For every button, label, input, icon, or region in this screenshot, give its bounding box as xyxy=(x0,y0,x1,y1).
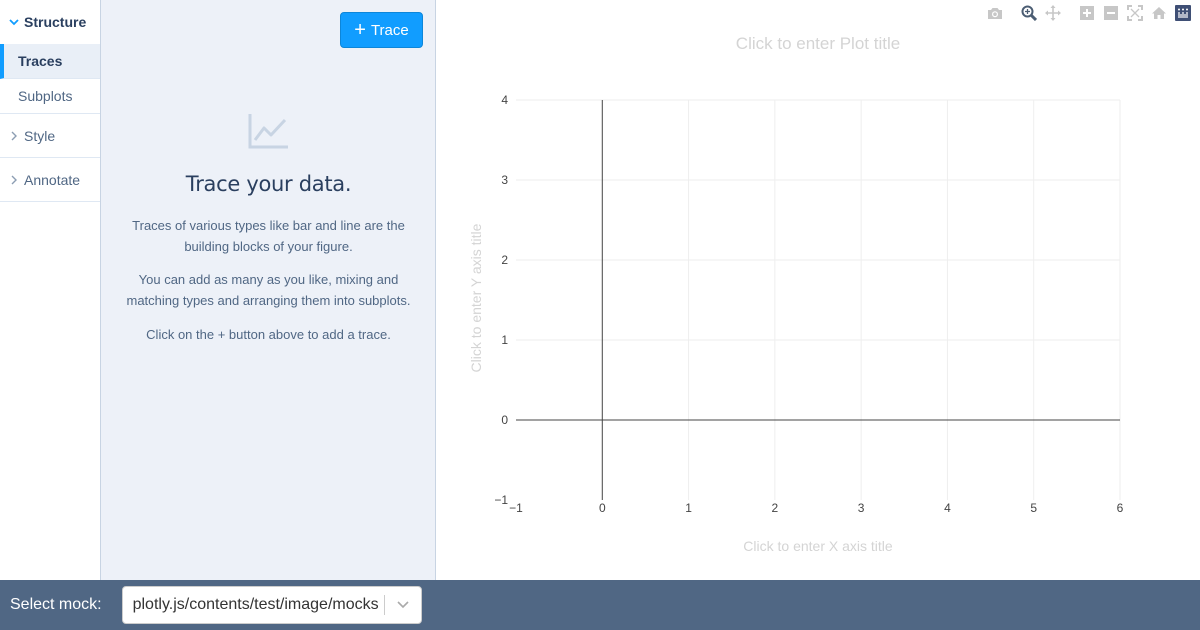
nav-group-annotate[interactable]: Annotate xyxy=(0,158,100,202)
empty-state-text: Click on the + button above to add a tra… xyxy=(146,327,391,342)
line-chart-icon xyxy=(248,114,288,149)
nav-item-traces[interactable]: Traces xyxy=(0,44,100,79)
home-icon[interactable] xyxy=(1150,4,1168,22)
zoom-icon[interactable] xyxy=(1020,4,1038,22)
add-trace-label: Trace xyxy=(370,21,409,39)
nav-group-label: Structure xyxy=(24,14,87,30)
modebar xyxy=(980,4,1192,22)
chart-canvas[interactable]: −1 0 1 2 3 4 5 6 −1 0 1 2 3 4 xyxy=(436,0,1200,580)
chevron-down-icon[interactable] xyxy=(385,601,421,609)
x-tick-label: −1 xyxy=(509,501,523,515)
chevron-right-icon xyxy=(11,175,17,184)
y-tick-label: 2 xyxy=(501,253,508,267)
plus-icon: + xyxy=(354,19,366,41)
y-tick-label: 1 xyxy=(501,333,508,347)
nav-group-label: Annotate xyxy=(24,171,81,188)
xaxis-title-placeholder[interactable]: Click to enter X axis title xyxy=(436,538,1200,554)
autoscale-icon[interactable] xyxy=(1126,4,1144,22)
empty-state-text: Traces of various types like bar and lin… xyxy=(132,218,405,254)
chevron-down-icon xyxy=(9,19,19,26)
empty-state-title: Trace your data. xyxy=(185,172,352,196)
y-tick-label: −1 xyxy=(494,493,508,507)
nav-group-label: Style xyxy=(24,127,56,144)
plot-area: −1 0 1 2 3 4 5 6 −1 0 1 2 3 4 Click to enter Plot tit… xyxy=(436,0,1200,580)
x-tick-label: 6 xyxy=(1117,501,1124,515)
zoom-in-icon[interactable] xyxy=(1078,4,1096,22)
chevron-right-icon xyxy=(11,131,17,140)
x-tick-label: 3 xyxy=(858,501,865,515)
mock-select-value: plotly.js/contents/test/image/mocks xyxy=(132,596,379,613)
mock-selector-label: Select mock: xyxy=(10,596,102,613)
add-trace-button[interactable]: + Trace xyxy=(340,12,423,48)
x-tick-label: 1 xyxy=(685,501,692,515)
nav-group-structure[interactable]: Structure xyxy=(0,0,100,44)
yaxis-title-placeholder[interactable]: Click to enter Y axis title xyxy=(468,218,484,378)
y-tick-label: 0 xyxy=(501,413,508,427)
x-tick-label: 0 xyxy=(599,501,606,515)
nav-group-style[interactable]: Style xyxy=(0,114,100,158)
x-tick-label: 5 xyxy=(1030,501,1037,515)
mock-select-dropdown[interactable]: plotly.js/contents/test/image/mocks xyxy=(121,586,422,624)
camera-icon[interactable] xyxy=(986,4,1004,22)
y-tick-label: 3 xyxy=(501,173,508,187)
mock-selector-bar: Select mock: plotly.js/contents/test/ima… xyxy=(0,580,1200,630)
y-tick-label: 4 xyxy=(501,93,508,107)
empty-state-text: You can add as many as you like, mixing … xyxy=(126,272,411,308)
nav-item-subplots[interactable]: Subplots xyxy=(0,79,100,114)
pan-icon[interactable] xyxy=(1044,4,1062,22)
sidebar-nav: Structure Traces Subplots Style Annotate xyxy=(0,0,101,580)
plot-title-placeholder[interactable]: Click to enter Plot title xyxy=(436,34,1200,54)
x-tick-label: 2 xyxy=(772,501,779,515)
plotly-logo-icon[interactable] xyxy=(1174,4,1192,22)
x-tick-label: 4 xyxy=(944,501,951,515)
zoom-out-icon[interactable] xyxy=(1102,4,1120,22)
traces-panel: + Trace Trace your data. Traces of vario… xyxy=(101,0,436,580)
